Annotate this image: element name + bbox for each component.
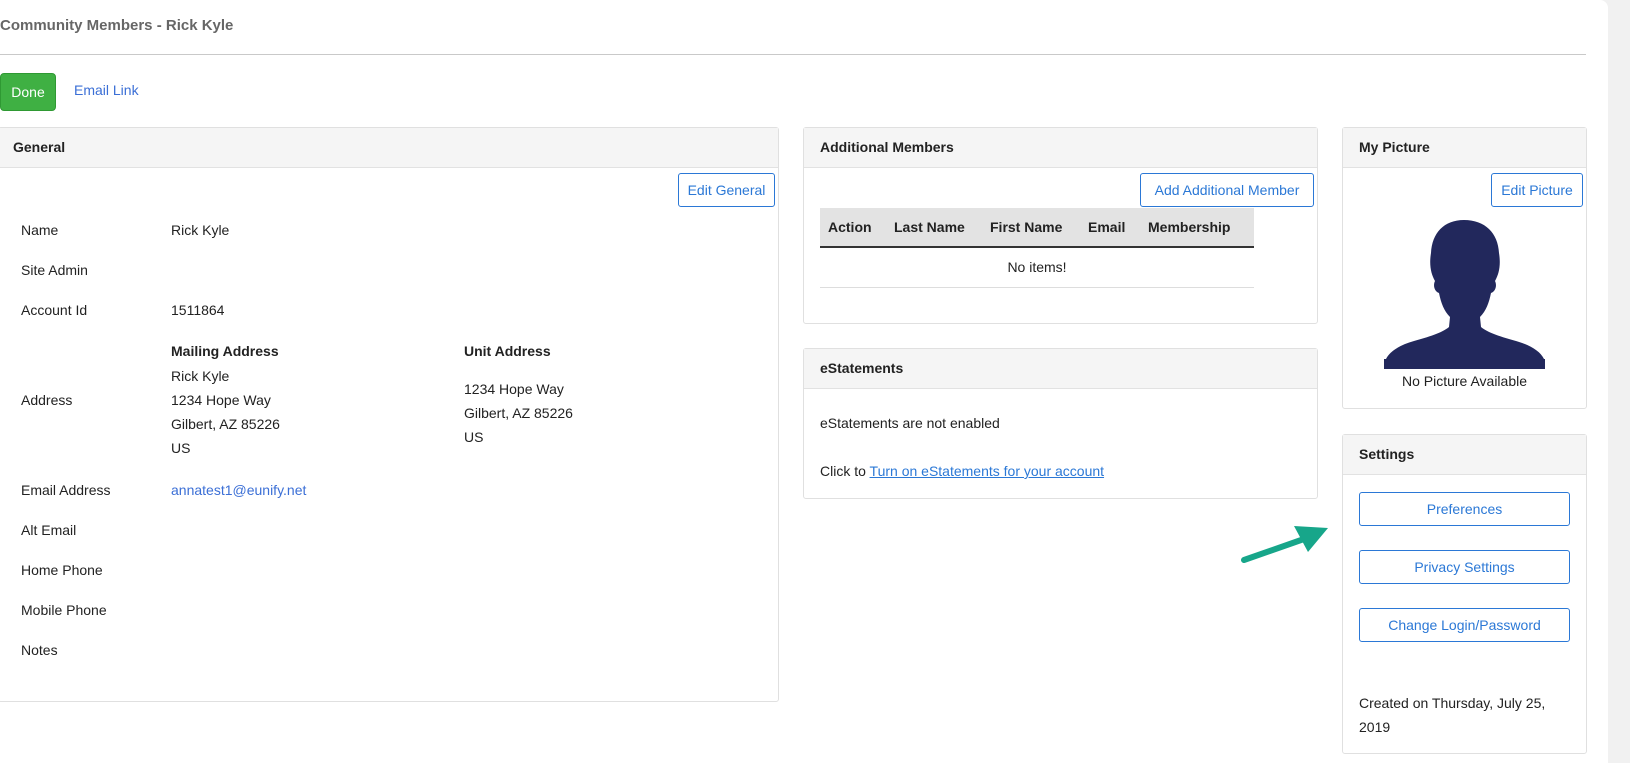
additional-members-panel: Additional Members Add Additional Member… (803, 127, 1318, 324)
my-picture-heading: My Picture (1343, 128, 1586, 168)
turn-on-estatements-link[interactable]: Turn on eStatements for your account (870, 463, 1105, 479)
unit-address-line: 1234 Hope Way (464, 381, 564, 397)
column-header[interactable]: Last Name (894, 219, 965, 235)
mailing-address-line: US (171, 440, 191, 456)
page-card: Community Members - Rick Kyle Done Email… (0, 0, 1608, 763)
my-picture-panel: My Picture Edit Picture No Picture Avail… (1342, 127, 1587, 409)
column-header[interactable]: Membership (1148, 219, 1230, 235)
estatements-prompt: Click to Turn on eStatements for your ac… (820, 463, 1104, 479)
settings-heading: Settings (1343, 435, 1586, 475)
column-header[interactable]: First Name (990, 219, 1062, 235)
preferences-button[interactable]: Preferences (1359, 492, 1570, 526)
column-header[interactable]: Email (1088, 219, 1125, 235)
general-panel: General Edit General Name Rick Kyle Site… (0, 127, 779, 702)
additional-members-heading: Additional Members (804, 128, 1317, 168)
site-admin-label: Site Admin (21, 262, 88, 278)
members-table-header: Action Last Name First Name Email Member… (820, 208, 1254, 248)
estatements-panel: eStatements eStatements are not enabled … (803, 348, 1318, 499)
done-button[interactable]: Done (0, 73, 56, 111)
mailing-address-heading: Mailing Address (171, 343, 279, 359)
general-panel-heading: General (0, 128, 778, 168)
title-divider (0, 54, 1586, 55)
picture-caption: No Picture Available (1401, 373, 1528, 389)
profile-silhouette-icon (1384, 219, 1545, 369)
change-login-password-button[interactable]: Change Login/Password (1359, 608, 1570, 642)
mailing-address-line: Rick Kyle (171, 368, 230, 384)
email-link[interactable]: Email Link (74, 82, 139, 98)
name-value: Rick Kyle (171, 222, 230, 238)
created-date-text: Created on Thursday, July 25, 2019 (1359, 695, 1546, 735)
mobile-phone-label: Mobile Phone (21, 602, 107, 618)
notes-label: Notes (21, 642, 58, 658)
estatements-heading: eStatements (804, 349, 1317, 389)
alt-email-label: Alt Email (21, 522, 77, 538)
estatements-status: eStatements are not enabled (820, 415, 1000, 431)
account-id-value: 1511864 (171, 302, 225, 318)
empty-table-message: No items! (820, 248, 1254, 288)
privacy-settings-button[interactable]: Privacy Settings (1359, 550, 1570, 584)
unit-address-line: US (464, 429, 484, 445)
unit-address-heading: Unit Address (464, 343, 551, 359)
mailing-address-line: 1234 Hope Way (171, 392, 271, 408)
settings-panel: Settings Preferences Privacy Settings Ch… (1342, 434, 1587, 754)
add-additional-member-button[interactable]: Add Additional Member (1140, 173, 1314, 207)
email-address-link[interactable]: annatest1@eunify.net (171, 482, 306, 498)
arrow-icon (1241, 526, 1328, 563)
home-phone-label: Home Phone (21, 562, 103, 578)
email-address-label: Email Address (21, 482, 111, 498)
page-title: Community Members - Rick Kyle (0, 17, 234, 34)
address-label: Address (21, 392, 73, 408)
unit-address-line: Gilbert, AZ 85226 (464, 405, 573, 421)
account-id-label: Account Id (21, 302, 88, 318)
edit-picture-button[interactable]: Edit Picture (1491, 173, 1583, 207)
column-header[interactable]: Action (828, 219, 872, 235)
estatements-prompt-text: Click to (820, 463, 866, 479)
mailing-address-line: Gilbert, AZ 85226 (171, 416, 280, 432)
edit-general-button[interactable]: Edit General (678, 173, 775, 207)
name-label: Name (21, 222, 59, 238)
